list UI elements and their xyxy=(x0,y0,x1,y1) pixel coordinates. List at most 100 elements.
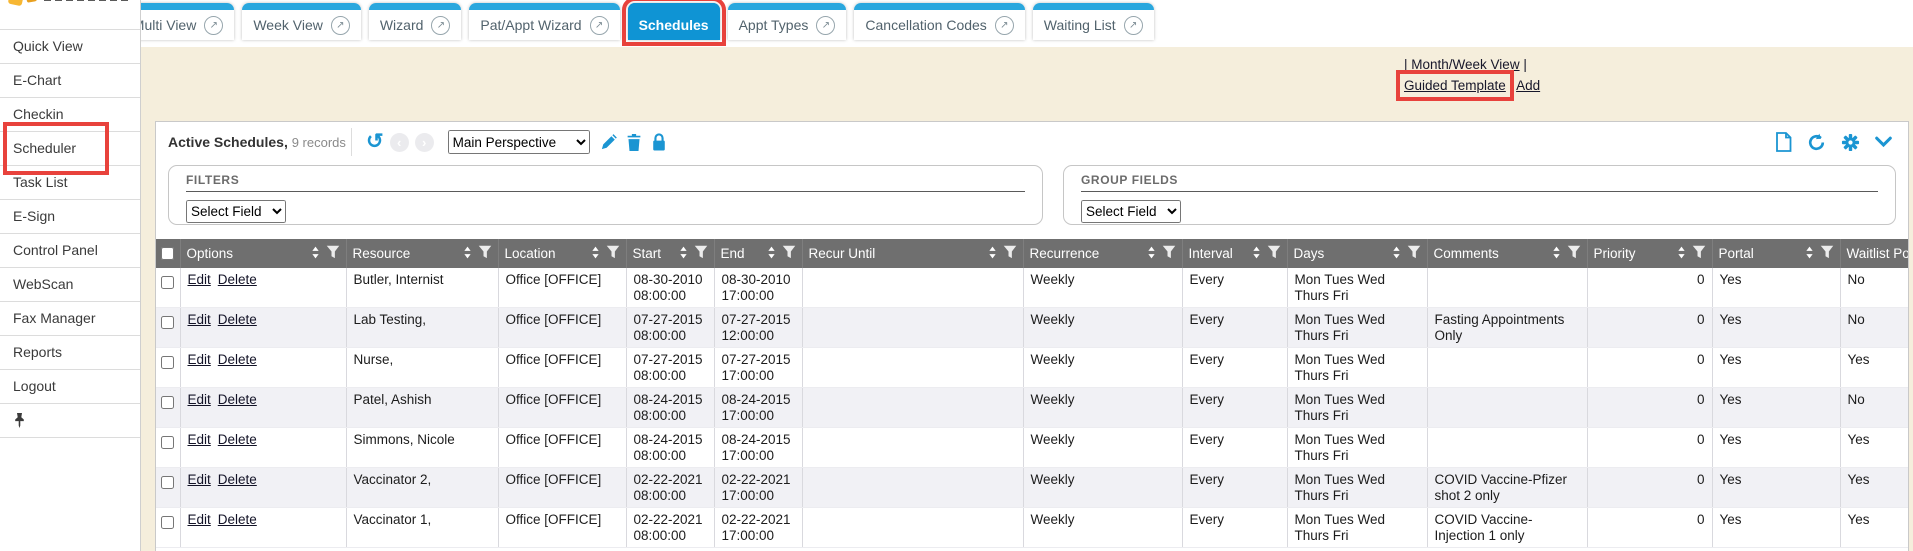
edit-link[interactable]: Edit xyxy=(188,272,211,287)
external-link-icon[interactable]: ↗ xyxy=(816,16,835,35)
filter-funnel-icon[interactable] xyxy=(1692,245,1706,262)
col-header-priority[interactable]: Priority xyxy=(1587,239,1712,268)
col-header-interval[interactable]: Interval xyxy=(1182,239,1287,268)
external-link-icon[interactable]: ↗ xyxy=(431,16,450,35)
tab-wizard[interactable]: Wizard↗ xyxy=(369,3,462,40)
sort-icon[interactable] xyxy=(310,245,321,263)
sort-icon[interactable] xyxy=(1551,245,1562,263)
col-header-resource[interactable]: Resource xyxy=(346,239,498,268)
filter-funnel-icon[interactable] xyxy=(694,245,708,262)
edit-perspective-icon[interactable] xyxy=(600,134,617,151)
col-header-icons[interactable] xyxy=(1251,245,1281,263)
undo-icon[interactable]: ↺ xyxy=(366,132,384,152)
sort-icon[interactable] xyxy=(1146,245,1157,263)
filters-field-select[interactable]: Select Field xyxy=(186,200,286,223)
col-header-end[interactable]: End xyxy=(714,239,802,268)
external-link-icon[interactable]: ↗ xyxy=(1124,16,1143,35)
external-link-icon[interactable]: ↗ xyxy=(590,16,609,35)
row-checkbox[interactable] xyxy=(161,436,174,449)
sidebar-item-logout[interactable]: Logout xyxy=(0,370,140,404)
filter-funnel-icon[interactable] xyxy=(782,245,796,262)
perspective-select[interactable]: Main Perspective xyxy=(448,130,590,154)
col-header-start[interactable]: Start xyxy=(626,239,714,268)
col-header-icons[interactable] xyxy=(766,245,796,263)
col-header-portal[interactable]: Portal xyxy=(1712,239,1840,268)
col-header-icons[interactable] xyxy=(1551,245,1581,263)
sidebar-item-control-panel[interactable]: Control Panel xyxy=(0,234,140,268)
sort-icon[interactable] xyxy=(590,245,601,263)
delete-link[interactable]: Delete xyxy=(218,312,257,327)
sidebar-pin-row[interactable] xyxy=(0,404,140,438)
delete-perspective-icon[interactable] xyxy=(626,134,642,151)
lock-perspective-icon[interactable] xyxy=(651,133,667,151)
month-week-view-link[interactable]: Month/Week View xyxy=(1411,57,1519,72)
filter-funnel-icon[interactable] xyxy=(1567,245,1581,262)
external-link-icon[interactable]: ↗ xyxy=(331,16,350,35)
sidebar-item-quick-view[interactable]: Quick View xyxy=(0,30,140,64)
sort-icon[interactable] xyxy=(678,245,689,263)
sort-icon[interactable] xyxy=(987,245,998,263)
tab-week-view[interactable]: Week View↗ xyxy=(242,3,361,40)
sidebar-item-fax-manager[interactable]: Fax Manager xyxy=(0,302,140,336)
edit-link[interactable]: Edit xyxy=(188,432,211,447)
add-link[interactable]: Add xyxy=(1516,78,1540,93)
filter-funnel-icon[interactable] xyxy=(1407,245,1421,262)
collapse-chevron-icon[interactable] xyxy=(1875,136,1892,148)
sidebar-item-webscan[interactable]: WebScan xyxy=(0,268,140,302)
row-checkbox[interactable] xyxy=(161,396,174,409)
col-header-options[interactable]: Options xyxy=(180,239,346,268)
sidebar-item-task-list[interactable]: Task List xyxy=(0,166,140,200)
tab-waiting-list[interactable]: Waiting List↗ xyxy=(1033,3,1154,40)
prev-perspective-button[interactable]: ‹ xyxy=(390,133,409,152)
edit-link[interactable]: Edit xyxy=(188,392,211,407)
col-header-icons[interactable] xyxy=(462,245,492,263)
filter-funnel-icon[interactable] xyxy=(1820,245,1834,262)
filter-funnel-icon[interactable] xyxy=(606,245,620,262)
tab-schedules[interactable]: Schedules xyxy=(628,3,720,40)
row-checkbox[interactable] xyxy=(161,356,174,369)
col-header-recurrence[interactable]: Recurrence xyxy=(1023,239,1182,268)
edit-link[interactable]: Edit xyxy=(188,352,211,367)
sort-icon[interactable] xyxy=(766,245,777,263)
filter-funnel-icon[interactable] xyxy=(1267,245,1281,262)
col-header-days[interactable]: Days xyxy=(1287,239,1427,268)
edit-link[interactable]: Edit xyxy=(188,512,211,527)
edit-link[interactable]: Edit xyxy=(188,312,211,327)
col-header-recur-until[interactable]: Recur Until xyxy=(802,239,1023,268)
col-header-icons[interactable] xyxy=(678,245,708,263)
group-fields-select[interactable]: Select Field xyxy=(1081,200,1181,223)
edit-link[interactable]: Edit xyxy=(188,472,211,487)
sort-icon[interactable] xyxy=(1676,245,1687,263)
col-header-icons[interactable] xyxy=(1804,245,1834,263)
row-checkbox[interactable] xyxy=(161,476,174,489)
sort-icon[interactable] xyxy=(1804,245,1815,263)
delete-link[interactable]: Delete xyxy=(218,512,257,527)
delete-link[interactable]: Delete xyxy=(218,432,257,447)
sidebar-item-checkin[interactable]: Checkin xyxy=(0,98,140,132)
delete-link[interactable]: Delete xyxy=(218,272,257,287)
filter-funnel-icon[interactable] xyxy=(478,245,492,262)
filter-funnel-icon[interactable] xyxy=(326,245,340,262)
tab-appt-types[interactable]: Appt Types↗ xyxy=(728,3,847,40)
col-header-icons[interactable] xyxy=(987,245,1017,263)
row-checkbox[interactable] xyxy=(161,516,174,529)
filter-funnel-icon[interactable] xyxy=(1162,245,1176,262)
external-link-icon[interactable]: ↗ xyxy=(204,16,223,35)
col-header-icons[interactable] xyxy=(1146,245,1176,263)
col-header-icons[interactable] xyxy=(310,245,340,263)
sidebar-item-e-chart[interactable]: E-Chart xyxy=(0,64,140,98)
row-checkbox[interactable] xyxy=(161,316,174,329)
sidebar-item-reports[interactable]: Reports xyxy=(0,336,140,370)
delete-link[interactable]: Delete xyxy=(218,352,257,367)
col-header-comments[interactable]: Comments xyxy=(1427,239,1587,268)
tab-cancellation-codes[interactable]: Cancellation Codes↗ xyxy=(854,3,1024,40)
col-header-location[interactable]: Location xyxy=(498,239,626,268)
pin-icon[interactable] xyxy=(13,413,26,428)
col-header-icons[interactable] xyxy=(590,245,620,263)
col-header-icons[interactable] xyxy=(1391,245,1421,263)
tab-pat-appt-wizard[interactable]: Pat/Appt Wizard↗ xyxy=(469,3,619,40)
new-document-icon[interactable] xyxy=(1775,132,1792,152)
sort-icon[interactable] xyxy=(462,245,473,263)
sort-icon[interactable] xyxy=(1391,245,1402,263)
guided-template-link[interactable]: Guided Template xyxy=(1404,78,1506,93)
